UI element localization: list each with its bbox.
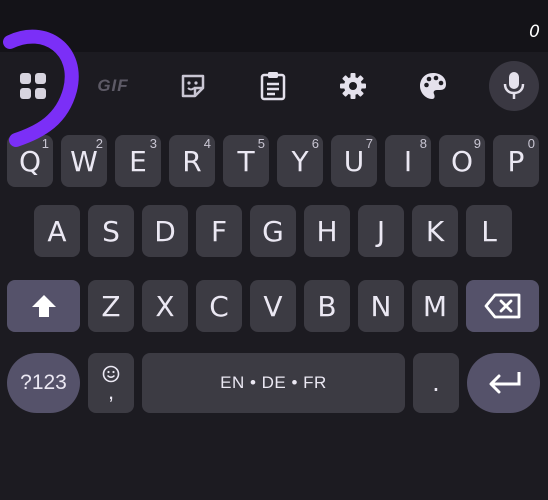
key-label: E <box>129 144 147 178</box>
shift-arrow-icon <box>31 295 56 317</box>
key-l[interactable]: L <box>466 205 512 257</box>
backspace-icon <box>484 293 520 319</box>
key-hint: 3 <box>149 136 157 151</box>
key-b[interactable]: B <box>304 280 350 332</box>
key-label: H <box>316 214 338 248</box>
key-i[interactable]: I8 <box>385 135 431 187</box>
key-m[interactable]: M <box>412 280 458 332</box>
key-a[interactable]: A <box>34 205 80 257</box>
spacebar-label: EN • DE • FR <box>220 373 327 392</box>
key-r[interactable]: R4 <box>169 135 215 187</box>
key-label: N <box>370 289 392 323</box>
key-hint: 9 <box>473 136 481 151</box>
key-label: M <box>422 289 448 323</box>
key-label: G <box>262 214 284 248</box>
key-d[interactable]: D <box>142 205 188 257</box>
key-z[interactable]: Z <box>88 280 134 332</box>
key-j[interactable]: J <box>358 205 404 257</box>
key-label: L <box>481 214 497 248</box>
key-label: B <box>317 289 337 323</box>
key-label: Z <box>101 289 121 323</box>
sticker-button[interactable] <box>173 64 213 108</box>
annotation-swoosh <box>3 29 79 147</box>
key-u[interactable]: U7 <box>331 135 377 187</box>
key-label: I <box>403 144 413 178</box>
key-label: J <box>376 214 386 248</box>
key-label: T <box>237 144 255 178</box>
key-label: X <box>155 289 175 323</box>
settings-button[interactable] <box>333 64 373 108</box>
enter-arrow-icon <box>489 372 520 394</box>
clipboard-icon <box>260 72 286 101</box>
key-y[interactable]: Y6 <box>277 135 323 187</box>
key-hint: 5 <box>257 136 265 151</box>
backspace-key[interactable] <box>466 280 539 332</box>
key-label: V <box>263 289 283 323</box>
palette-icon <box>420 73 446 99</box>
key-label: P <box>507 144 525 178</box>
key-hint: 4 <box>203 136 211 151</box>
key-label: C <box>209 289 229 323</box>
key-h[interactable]: H <box>304 205 350 257</box>
gear-icon <box>340 73 366 99</box>
period-key[interactable]: . <box>413 353 459 413</box>
key-hint: 8 <box>419 136 427 151</box>
key-label: A <box>47 214 67 248</box>
key-x[interactable]: X <box>142 280 188 332</box>
counter-text: 0 <box>529 22 540 42</box>
spacebar[interactable]: EN • DE • FR <box>142 353 405 413</box>
key-g[interactable]: G <box>250 205 296 257</box>
key-t[interactable]: T5 <box>223 135 269 187</box>
gif-icon: GIF <box>97 76 129 95</box>
key-hint: 7 <box>365 136 373 151</box>
key-label: S <box>102 214 120 248</box>
key-label: K <box>425 214 445 248</box>
period-label: . <box>432 369 440 397</box>
key-p[interactable]: P0 <box>493 135 539 187</box>
key-e[interactable]: E3 <box>115 135 161 187</box>
key-label: F <box>210 214 228 248</box>
key-f[interactable]: F <box>196 205 242 257</box>
key-n[interactable]: N <box>358 280 404 332</box>
key-label: U <box>343 144 365 178</box>
symbols-key[interactable]: ?123 <box>7 353 80 413</box>
key-c[interactable]: C <box>196 280 242 332</box>
key-hint: 6 <box>311 136 319 151</box>
enter-key[interactable] <box>467 353 540 413</box>
key-v[interactable]: V <box>250 280 296 332</box>
voice-input-button[interactable] <box>489 61 539 111</box>
theme-button[interactable] <box>413 64 453 108</box>
emoji-comma-key[interactable]: , <box>88 353 134 413</box>
mic-icon <box>503 72 525 99</box>
shift-key[interactable] <box>7 280 80 332</box>
key-k[interactable]: K <box>412 205 458 257</box>
key-label: D <box>154 214 176 248</box>
key-hint: 0 <box>527 136 535 151</box>
sticker-icon <box>181 74 205 98</box>
key-label: O <box>450 144 474 178</box>
key-s[interactable]: S <box>88 205 134 257</box>
clipboard-button[interactable] <box>253 64 293 108</box>
symbols-label: ?123 <box>20 371 67 394</box>
key-o[interactable]: O9 <box>439 135 485 187</box>
key-label: Y <box>291 144 309 178</box>
comma-label: , <box>107 379 115 404</box>
key-label: R <box>182 144 202 178</box>
